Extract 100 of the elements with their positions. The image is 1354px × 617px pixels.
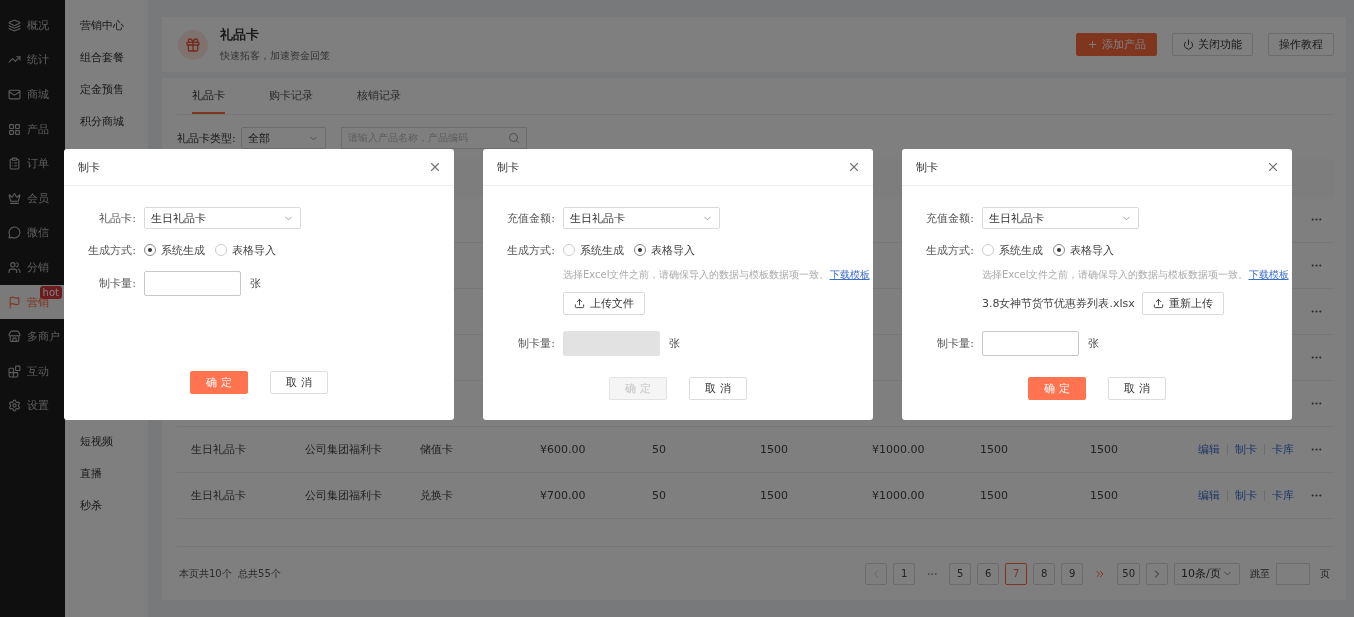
radio-label: 系统生成 — [580, 242, 624, 258]
clipboard-icon — [8, 157, 21, 171]
grid-icon — [8, 122, 21, 136]
upload-button[interactable]: 重新上传 — [1141, 292, 1224, 315]
quantity-input[interactable] — [144, 271, 241, 296]
sidebar-item[interactable]: 产品 — [0, 111, 65, 147]
next-page-icon[interactable] — [1146, 562, 1168, 585]
submenu-item[interactable]: 营销中心 — [65, 9, 148, 41]
page-subtitle: 快速拓客，加速资金回笼 — [220, 49, 331, 63]
search-icon — [507, 132, 520, 144]
store-icon — [8, 330, 21, 344]
upload-icon — [1152, 298, 1164, 309]
quantity-input[interactable] — [982, 331, 1079, 356]
table-cell-text: ¥700.00 — [540, 489, 587, 502]
chat-icon — [8, 226, 21, 240]
flag-icon — [8, 295, 21, 309]
plus-icon — [1087, 39, 1098, 50]
blocks-icon — [8, 364, 21, 378]
submenu-item[interactable]: 定金预售 — [65, 73, 148, 105]
sidebar-item[interactable]: 商城 — [0, 77, 65, 112]
page-button[interactable]: 6 — [977, 562, 1000, 585]
cancel-button[interactable]: 取 消 — [270, 371, 328, 394]
upload-icon — [574, 298, 585, 309]
jump-label: 跳至 — [1250, 566, 1270, 581]
table-cell-text: 1500 — [980, 489, 1009, 502]
tab[interactable]: 礼品卡 — [192, 78, 225, 114]
header-button[interactable]: 关闭功能 — [1172, 33, 1253, 56]
page-button[interactable]: 1 — [893, 562, 916, 585]
action-link[interactable]: 编辑 — [1198, 490, 1227, 501]
jump-unit: 页 — [1320, 566, 1330, 581]
action-link[interactable]: 卡库 — [1264, 444, 1301, 455]
table-cell-text: 公司集团福利卡 — [305, 442, 383, 457]
field-label: 生成方式: — [506, 242, 555, 258]
header-button[interactable]: 添加产品 — [1076, 33, 1157, 56]
table-cell-text: 1500 — [980, 443, 1009, 456]
upload-button[interactable]: 上传文件 — [563, 292, 645, 315]
close-icon[interactable] — [847, 160, 861, 174]
page-title: 礼品卡 — [220, 26, 260, 44]
table-cell-text: 生日礼品卡 — [191, 488, 247, 503]
sidebar-item[interactable]: 微信 — [0, 215, 65, 251]
radio-label: 表格导入 — [1070, 242, 1114, 258]
field-label: 充值金额: — [925, 210, 974, 226]
action-link[interactable]: 制卡 — [1227, 490, 1264, 501]
field-label: 生成方式: — [87, 242, 136, 258]
sidebar-item[interactable]: 分销 — [0, 250, 65, 285]
page-summary: 本页共10个 总共55个 — [178, 566, 282, 581]
page-button[interactable]: 7 — [1005, 562, 1028, 585]
close-icon[interactable] — [1266, 160, 1280, 174]
field-label: 制卡量: — [517, 336, 555, 351]
crown-icon — [8, 191, 21, 205]
table-cell-text: ¥1000.00 — [872, 489, 926, 502]
table-cell-text: 1500 — [1090, 489, 1119, 502]
table-cell-text: 储值卡 — [420, 442, 454, 457]
table-cell-text: 1500 — [1090, 443, 1119, 456]
close-icon[interactable] — [428, 160, 442, 174]
cancel-button[interactable]: 取 消 — [1108, 377, 1166, 400]
mail-icon — [8, 88, 21, 101]
action-link[interactable]: 制卡 — [1227, 444, 1264, 455]
radio-label: 系统生成 — [161, 242, 205, 258]
page-button[interactable]: 50 — [1117, 562, 1140, 585]
sidebar-item[interactable]: 订单 — [0, 146, 65, 181]
dialog-title: 制卡 — [78, 159, 100, 175]
action-link[interactable]: 卡库 — [1264, 490, 1301, 501]
radio-label: 表格导入 — [651, 242, 695, 258]
sidebar-item[interactable]: 统计 — [0, 42, 65, 78]
table-cell-text: ¥1000.00 — [872, 443, 926, 456]
tab[interactable]: 购卡记录 — [269, 78, 313, 114]
power-icon — [1183, 39, 1194, 50]
page-button[interactable]: 8 — [1033, 562, 1056, 585]
table-cell-text: 兑换卡 — [420, 488, 454, 503]
dialog-title: 制卡 — [497, 159, 519, 175]
confirm-button[interactable]: 确 定 — [190, 371, 248, 394]
card-select[interactable]: 生日礼品卡 — [144, 207, 301, 229]
sidebar-item[interactable]: 设置 — [0, 388, 65, 424]
field-label: 充值金额: — [506, 210, 555, 226]
submenu-item[interactable]: 直播 — [65, 457, 148, 489]
submenu-item[interactable]: 短视频 — [65, 425, 148, 457]
sidebar-item[interactable]: 多商户 — [0, 319, 65, 354]
header-button[interactable]: 操作教程 — [1268, 33, 1334, 56]
page-size-select[interactable]: 10条/页 — [1174, 562, 1240, 585]
field-label: 制卡量: — [936, 336, 974, 351]
submenu-item[interactable]: 秒杀 — [65, 489, 148, 521]
type-select[interactable]: 全部 — [240, 127, 326, 149]
confirm-button[interactable]: 确 定 — [1028, 377, 1086, 400]
radio-label: 表格导入 — [232, 242, 276, 258]
cancel-button[interactable]: 取 消 — [689, 377, 747, 400]
sidebar-item[interactable]: 互动 — [0, 353, 65, 389]
card-select[interactable]: 生日礼品卡 — [982, 207, 1139, 229]
action-link[interactable]: 编辑 — [1198, 444, 1227, 455]
page-button[interactable]: 9 — [1061, 562, 1084, 585]
download-template-link[interactable]: 下载模板 — [829, 269, 870, 280]
tab[interactable]: 核销记录 — [357, 78, 401, 114]
sidebar-item[interactable]: 概况 — [0, 8, 65, 43]
sidebar-item[interactable]: 会员 — [0, 180, 65, 216]
page-button[interactable]: 5 — [949, 562, 972, 585]
settings-icon — [8, 399, 21, 413]
card-select[interactable]: 生日礼品卡 — [563, 207, 720, 229]
submenu-item[interactable]: 积分商城 — [65, 105, 148, 137]
submenu-item[interactable]: 组合套餐 — [65, 41, 148, 73]
download-template-link[interactable]: 下载模板 — [1248, 269, 1289, 280]
